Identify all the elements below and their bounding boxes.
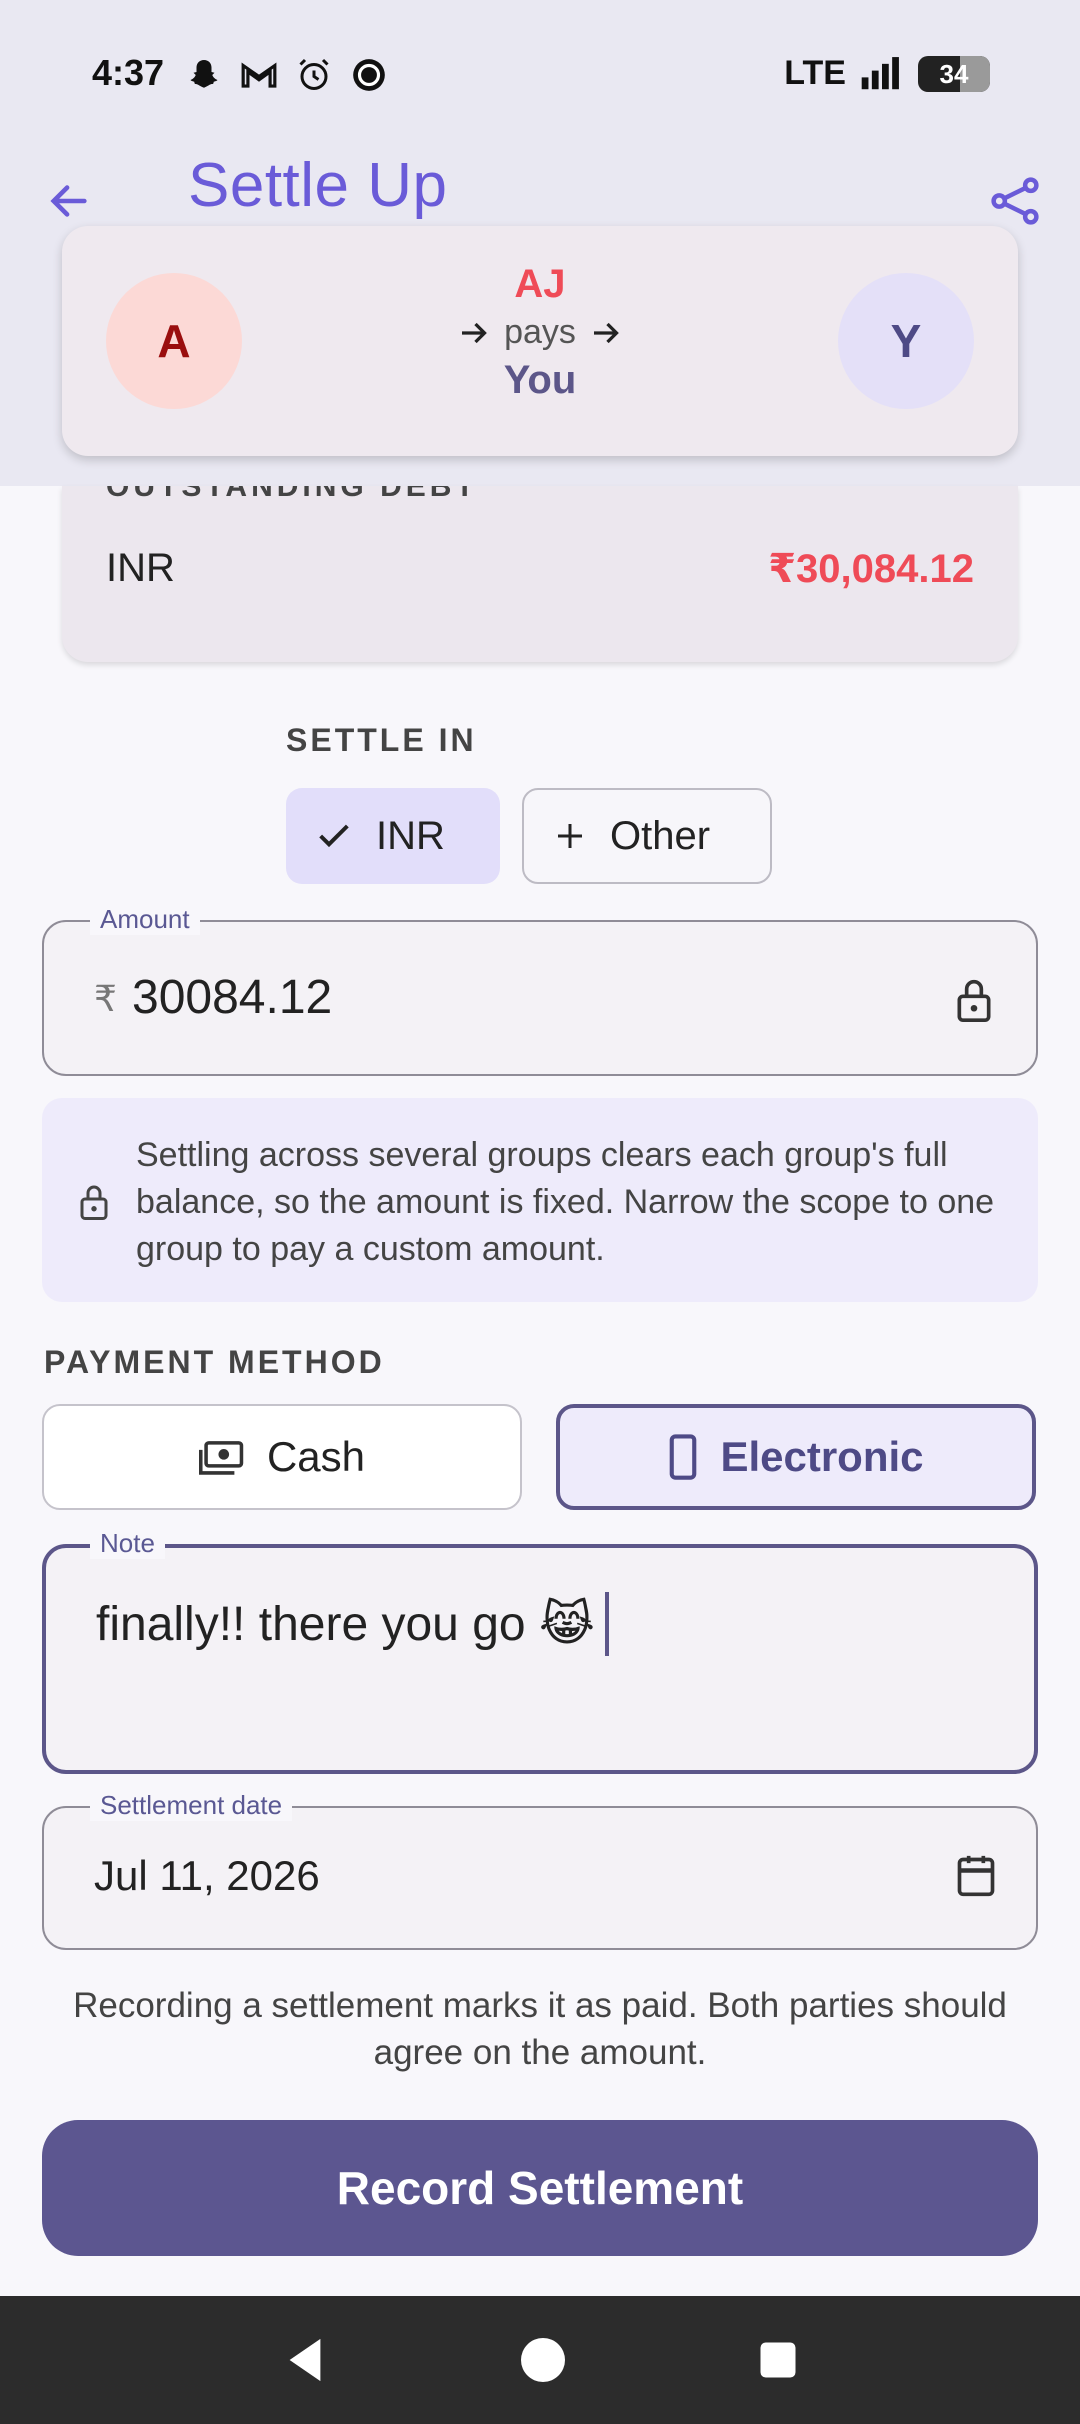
currency-chip-other[interactable]: Other — [522, 788, 772, 884]
network-label: LTE — [784, 54, 846, 92]
cash-icon — [198, 1441, 244, 1475]
notification-icons — [186, 56, 388, 94]
system-nav-bar — [0, 2296, 1080, 2424]
payment-method-label: PAYMENT METHOD — [44, 1344, 385, 1380]
note-value: finally!! there you go 😹 — [96, 1598, 596, 1651]
page-title: Settle Up — [188, 151, 448, 220]
cash-label: Cash — [266, 1433, 366, 1480]
date-value: Jul 11, 2026 — [94, 1852, 320, 1899]
settle-in-label: SETTLE IN — [286, 722, 477, 758]
plus-icon — [558, 824, 582, 848]
note-field[interactable]: Note finally!! there you go 😹 — [42, 1528, 1038, 1774]
debt-amount: ₹30,084.12 — [768, 547, 974, 591]
date-label: Settlement date — [90, 1790, 293, 1821]
debt-label: OUTSTANDING DEBT — [106, 486, 478, 503]
check-icon — [319, 824, 349, 848]
outstanding-debt-card: OUTSTANDING DEBT INR ₹30,084.12 — [62, 486, 1018, 662]
chip-label: INR — [376, 813, 445, 858]
arrow-right-icon — [593, 322, 619, 343]
text-cursor — [605, 1592, 610, 1656]
recents-icon[interactable] — [757, 2339, 799, 2381]
info-text: Settling across several groups clears ea… — [136, 1136, 995, 1268]
smartphone-icon — [670, 1434, 697, 1480]
amount-field[interactable]: Amount ₹ 30084.12 — [42, 904, 1038, 1076]
record-settlement-button[interactable]: Record Settlement — [42, 2120, 1038, 2256]
electronic-label: Electronic — [720, 1433, 924, 1480]
disclaimer-text: Recording a settlement marks it as paid.… — [73, 1986, 1007, 2072]
amount-value: 30084.12 — [132, 971, 333, 1024]
arrow-right-icon — [462, 322, 487, 343]
signal-icon — [861, 56, 899, 89]
status-bar: 4:37 LTE 34 — [0, 0, 1080, 150]
amount-label: Amount — [90, 904, 200, 935]
app-bar: Settle Up — [0, 140, 1080, 240]
status-time: 4:37 — [92, 52, 165, 93]
gmail-icon — [241, 62, 277, 88]
pays-label: pays — [504, 313, 576, 351]
alarm-icon — [299, 58, 329, 90]
battery-icon: 34 — [918, 55, 990, 92]
recording-icon — [353, 59, 385, 91]
settlement-date-field[interactable]: Settlement date Jul 11, 2026 — [42, 1790, 1038, 1950]
snapchat-icon — [190, 60, 218, 88]
calendar-icon[interactable] — [954, 1852, 998, 1900]
payee-avatar: Y — [838, 273, 974, 409]
note-value-wrap: finally!! there you go 😹 — [96, 1592, 610, 1656]
currency-chip-inr[interactable]: INR — [286, 788, 500, 884]
electronic-button[interactable]: Electronic — [556, 1404, 1036, 1510]
currency-symbol: ₹ — [94, 978, 117, 1019]
cash-button[interactable]: Cash — [42, 1404, 522, 1510]
lock-icon — [957, 979, 991, 1022]
status-right: LTE 34 — [784, 54, 990, 93]
debt-currency: INR — [106, 546, 175, 590]
chip-label: Other — [610, 813, 711, 858]
info-box: Settling across several groups clears ea… — [42, 1098, 1038, 1302]
back-arrow-icon[interactable] — [46, 178, 92, 224]
payment-summary-card: A AJ pays You Y — [62, 226, 1018, 456]
note-label: Note — [90, 1528, 165, 1559]
share-icon[interactable] — [988, 174, 1042, 228]
back-icon[interactable] — [281, 2335, 329, 2385]
home-icon[interactable] — [519, 2336, 567, 2384]
lock-icon — [80, 1185, 108, 1220]
